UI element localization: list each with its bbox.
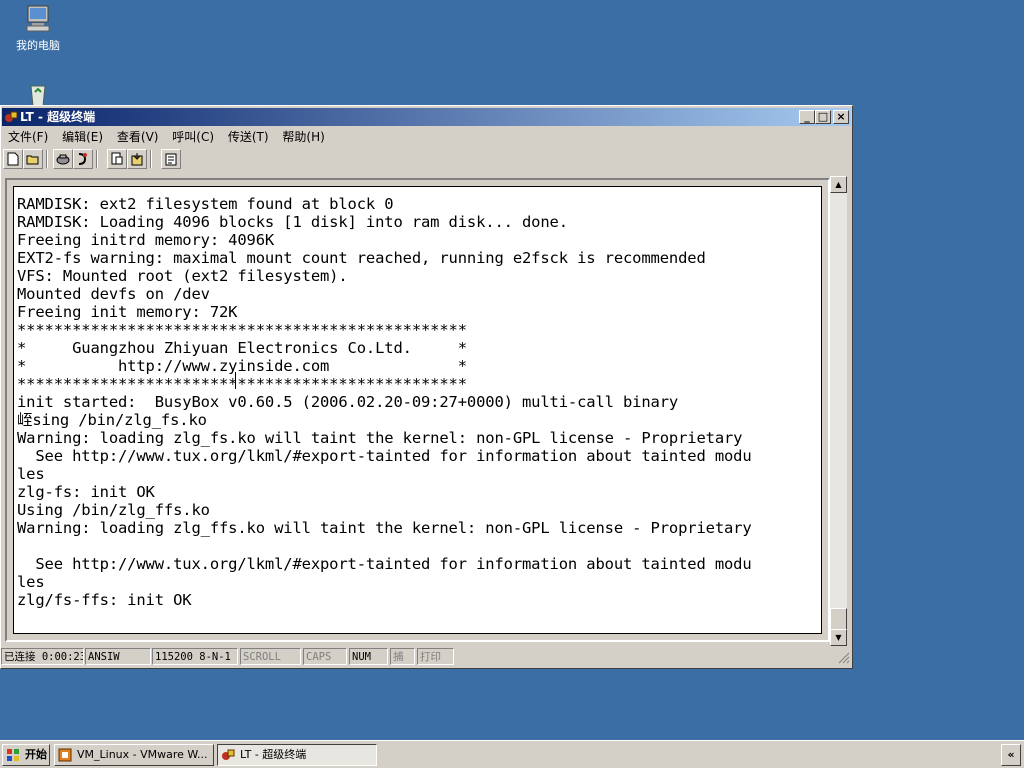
status-print: 打印	[417, 648, 454, 665]
terminal-line: Warning: loading zlg_fs.ko will taint th…	[17, 429, 743, 447]
terminal-line: Mounted devfs on /dev	[17, 285, 210, 303]
send-icon	[111, 152, 123, 165]
menu-edit[interactable]: 编辑(E)	[57, 128, 108, 146]
terminal-line: ****************************************…	[17, 375, 467, 393]
taskbar-item-vmware[interactable]: VM_Linux - VMware W...	[54, 744, 214, 766]
receive-icon	[131, 153, 143, 166]
my-computer-icon	[22, 3, 54, 35]
hyperterminal-app-icon	[4, 110, 18, 124]
status-num: NUM	[349, 648, 388, 665]
vmware-icon	[58, 748, 72, 762]
taskbar-item-hyperterminal[interactable]: LT - 超级终端	[217, 744, 377, 766]
new-connection-button[interactable]	[3, 149, 23, 169]
terminal-line: EXT2-fs warning: maximal mount count rea…	[17, 249, 706, 267]
terminal-line: Freeing initrd memory: 4096K	[17, 231, 275, 249]
tray-expand-button[interactable]: «	[1001, 744, 1021, 766]
minimize-button[interactable]: _	[799, 110, 815, 124]
menu-call[interactable]: 呼叫(C)	[167, 128, 219, 146]
text-cursor	[235, 372, 236, 389]
terminal-line: RAMDISK: ext2 filesystem found at block …	[17, 195, 394, 213]
toolbar-separator	[150, 150, 152, 168]
properties-button[interactable]	[161, 149, 181, 169]
status-connected: 已连接 0:00:23	[1, 648, 84, 665]
terminal-output: RAMDISK: ext2 filesystem found at block …	[17, 195, 752, 609]
terminal-screen[interactable]: RAMDISK: ext2 filesystem found at block …	[13, 186, 822, 634]
terminal-line: ****************************************…	[17, 321, 467, 339]
status-caps: CAPS	[303, 648, 347, 665]
open-button[interactable]	[23, 149, 43, 169]
terminal-line: See http://www.tux.org/lkml/#export-tain…	[17, 555, 752, 573]
scroll-down-arrow-icon[interactable]: ▼	[830, 629, 847, 646]
hyperterminal-window: LT - 超级终端 _ □ × 文件(F) 编辑(E) 查看(V) 呼叫(C) …	[0, 105, 853, 669]
terminal-line: * http://www.zyinside.com *	[17, 357, 467, 375]
terminal-line: init started: BusyBox v0.60.5 (2006.02.2…	[17, 393, 679, 411]
title-bar[interactable]: LT - 超级终端 _ □ ×	[2, 108, 851, 126]
menu-transfer[interactable]: 传送(T)	[223, 128, 274, 146]
scroll-up-arrow-icon[interactable]: ▲	[830, 176, 847, 193]
status-capture: 捕	[390, 648, 415, 665]
toolbar-separator	[96, 150, 98, 168]
hyperterminal-app-icon	[222, 749, 235, 760]
terminal-line: * Guangzhou Zhiyuan Electronics Co.Ltd. …	[17, 339, 467, 357]
menu-help[interactable]: 帮助(H)	[277, 128, 329, 146]
terminal-line: les	[17, 465, 45, 483]
taskbar: 开始 VM_Linux - VMware W... LT - 超级终端 «	[0, 740, 1024, 768]
scroll-thumb[interactable]	[830, 608, 847, 630]
terminal-line: See http://www.tux.org/lkml/#export-tain…	[17, 447, 752, 465]
menu-view[interactable]: 查看(V)	[112, 128, 164, 146]
terminal-line: 峌sing /bin/zlg_fs.ko	[17, 411, 207, 429]
menu-file[interactable]: 文件(F)	[3, 128, 53, 146]
terminal-line: les	[17, 573, 45, 591]
vertical-scrollbar[interactable]: ▲ ▼	[830, 176, 847, 646]
send-button[interactable]	[107, 149, 127, 169]
toolbar-separator	[46, 150, 48, 168]
taskbar-item-label: LT - 超级终端	[240, 748, 307, 761]
terminal-line: VFS: Mounted root (ext2 filesystem).	[17, 267, 348, 285]
status-bar: 已连接 0:00:23 ANSIW 115200 8-N-1 SCROLL CA…	[1, 648, 852, 666]
properties-icon	[165, 153, 177, 166]
terminal-line: Using /bin/zlg_ffs.ko	[17, 501, 210, 519]
terminal-line: Warning: loading zlg_ffs.ko will taint t…	[17, 519, 752, 537]
terminal-line: RAMDISK: Loading 4096 blocks [1 disk] in…	[17, 213, 568, 231]
terminal-frame: RAMDISK: ext2 filesystem found at block …	[5, 178, 830, 642]
disconnect-icon	[78, 153, 87, 165]
terminal-line: zlg-fs: init OK	[17, 483, 155, 501]
disconnect-button[interactable]	[73, 149, 93, 169]
call-icon	[56, 154, 70, 165]
desktop-icon-label: 我的电脑	[16, 39, 60, 52]
resize-grip-icon[interactable]	[838, 652, 850, 664]
terminal-line: zlg/fs-ffs: init OK	[17, 591, 192, 609]
start-label: 开始	[25, 748, 47, 761]
start-button[interactable]: 开始	[2, 744, 50, 766]
receive-button[interactable]	[127, 149, 147, 169]
window-title: LT - 超级终端	[20, 110, 96, 124]
menu-bar: 文件(F) 编辑(E) 查看(V) 呼叫(C) 传送(T) 帮助(H)	[3, 128, 330, 146]
status-port: 115200 8-N-1	[152, 648, 238, 665]
call-button[interactable]	[53, 149, 73, 169]
taskbar-item-label: VM_Linux - VMware W...	[77, 748, 208, 761]
terminal-line: Freeing init memory: 72K	[17, 303, 238, 321]
status-emulation: ANSIW	[85, 648, 151, 665]
new-connection-icon	[7, 152, 19, 166]
close-button[interactable]: ×	[833, 110, 849, 124]
desktop-icon-my-computer[interactable]: 我的电脑	[8, 3, 68, 53]
windows-logo-icon	[7, 749, 19, 761]
open-icon	[26, 155, 39, 165]
status-scroll: SCROLL	[240, 648, 301, 665]
maximize-button[interactable]: □	[815, 110, 831, 124]
